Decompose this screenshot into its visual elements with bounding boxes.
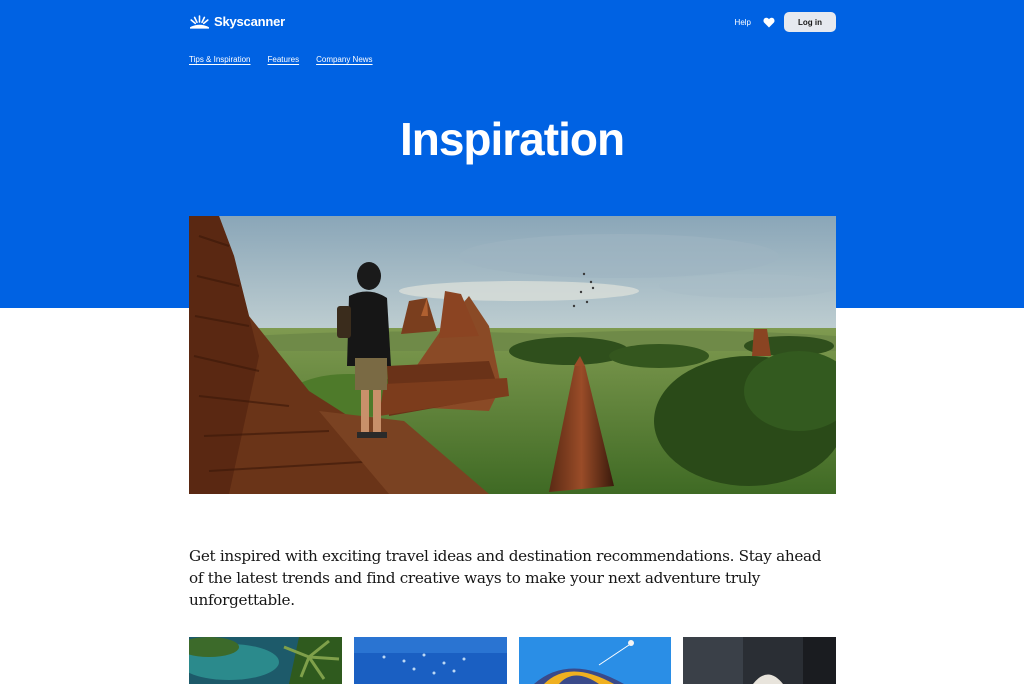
top-actions: Help Log in	[735, 12, 836, 32]
article-card-underwater[interactable]	[353, 637, 507, 684]
skyscanner-sunrise-icon	[190, 14, 209, 29]
subnav-company-news-link[interactable]: Company News	[316, 55, 372, 64]
subnav-tips-inspiration-link[interactable]: Tips & Inspiration	[189, 55, 251, 64]
heart-icon[interactable]	[763, 17, 775, 28]
help-link[interactable]: Help	[735, 18, 751, 27]
hero-image	[189, 216, 836, 494]
article-card-lagoon[interactable]	[189, 637, 342, 684]
article-card-paraglider[interactable]	[518, 637, 672, 684]
login-button[interactable]: Log in	[784, 12, 836, 32]
intro-paragraph: Get inspired with exciting travel ideas …	[189, 547, 822, 609]
sub-navigation: Tips & Inspiration Features Company News	[189, 55, 373, 64]
top-bar: Skyscanner Help Log in	[189, 12, 836, 34]
person-portrait-photo	[683, 637, 836, 684]
page-title: Inspiration	[399, 113, 625, 165]
paraglider-photo	[518, 637, 672, 684]
article-card-portrait[interactable]	[683, 637, 836, 684]
brand-name: Skyscanner	[214, 14, 285, 29]
skyscanner-logo[interactable]: Skyscanner	[189, 14, 285, 29]
article-cards	[189, 637, 836, 684]
subnav-features-link[interactable]: Features	[268, 55, 300, 64]
underwater-fish-photo	[353, 637, 507, 684]
tropical-lagoon-photo	[189, 637, 342, 684]
traveller-overlooking-temples-photo	[189, 216, 836, 494]
